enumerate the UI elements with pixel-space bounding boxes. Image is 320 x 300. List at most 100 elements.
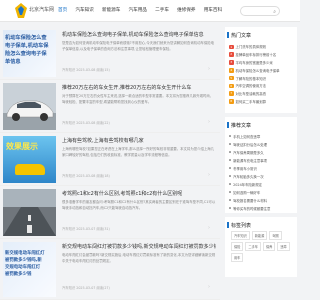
hot-article-label[interactable]: 平均车身的宽度是多少米: [236, 60, 273, 65]
driving-photo-icon: [3, 189, 56, 236]
thumb-caption-line: 机动车保险怎么查: [5, 35, 47, 41]
nav-item-used-cars[interactable]: 二手车: [155, 0, 169, 22]
thumb-caption-line: 电子保单,机动车保: [5, 43, 49, 49]
hot-article-item[interactable]: 2 挂牌单品车标排行榜前十名: [229, 51, 295, 59]
bullet-icon: [229, 151, 231, 153]
rank-badge: 8: [229, 99, 234, 104]
nav-item-new-energy[interactable]: 新能源车: [102, 0, 120, 22]
hot-article-item[interactable]: 8 如何买二手车最划算: [229, 98, 295, 106]
search-input[interactable]: ⌕: [240, 6, 280, 16]
article-title[interactable]: 新交规电动车闯红灯被罚款多少钱吗,新交规电动车闯红灯被罚款多少钱: [62, 243, 216, 250]
thumb-caption-line: 被罚款多少钱: [5, 272, 32, 277]
article-title[interactable]: 考驾照c1和c2有什么区别,考驾照c1和c2有什么区别呢: [62, 190, 216, 197]
tag-item[interactable]: 汽车知识: [231, 231, 250, 240]
read-more-icon[interactable]: ›: [208, 284, 210, 290]
main-nav: 首页 汽车知识 新能源车 汽车用品 二手车 维修保养 用车百科: [58, 0, 230, 22]
hot-article-item[interactable]: 1 上门洗车的具体规则: [229, 43, 295, 51]
article-thumbnail[interactable]: [3, 189, 56, 236]
car-illustration-icon: [15, 164, 45, 175]
recommended-article-label[interactable]: 驾驶证扣分后怎么处理: [233, 142, 267, 147]
recommended-articles-list: 手机上如何查违章 驾驶证扣分后怎么处理 汽车保养周期是多久 新能源车充电注意事项…: [229, 132, 295, 212]
tag-item[interactable]: 用车: [231, 253, 244, 262]
rank-badge: 6: [229, 83, 234, 89]
article-title[interactable]: 机动车保险怎么查询电子保单,机动车保险怎么查询电子保单信息: [62, 31, 216, 38]
nav-item-car-knowledge[interactable]: 汽车知识: [75, 0, 93, 22]
nav-item-car-supplies[interactable]: 汽车用品: [129, 0, 147, 22]
article-meta: 汽车知识 2025-03-07 阅读(31): [62, 227, 110, 231]
recommended-article-label[interactable]: 冬季用车小常识: [233, 166, 257, 171]
read-more-icon[interactable]: ›: [208, 119, 210, 125]
hot-article-label[interactable]: 机动车保险怎么查询电子保单: [236, 68, 280, 73]
article-thumbnail[interactable]: 新交规电动车闯红灯 被罚款多少钱吗,新 交规电动车闯红灯 被罚款多少钱: [3, 242, 56, 297]
nav-item-home[interactable]: 首页: [58, 0, 67, 22]
recommended-article-item[interactable]: 等你买车的时候都要注意: [229, 204, 295, 212]
article-item[interactable]: 机动车保险怎么查 电子保单,机动车保 险怎么查询电子保 单信息 机动车保险怎么查…: [0, 27, 220, 80]
recommended-article-label[interactable]: 新能源车充电注意事项: [233, 158, 267, 163]
hot-article-item[interactable]: 4 机动车保险怎么查询电子保单: [229, 66, 295, 74]
car-photo-icon: [3, 83, 56, 130]
recommended-article-label[interactable]: 2024年车险新规定: [233, 182, 262, 187]
tag-item[interactable]: 二手车: [245, 242, 261, 251]
article-thumbnail[interactable]: [3, 83, 56, 130]
article-excerpt: 电动车闯红灯会被罚款吗?新交规实施后,电动车闯红灯罚款标准有了新的变化,本文为您…: [62, 253, 216, 263]
article-thumbnail[interactable]: 效果展示: [3, 136, 56, 183]
top-header: 北京汽车网 首页 汽车知识 新能源车 汽车用品 二手车 维修保养 用车百科 ⌕: [0, 0, 300, 22]
hot-article-label[interactable]: 上门洗车的具体规则: [236, 44, 267, 49]
article-item[interactable]: 效果展示 上海有些驾校,上海有些驾校有哪几家 上海有哪些驾校?如果您正在考虑在上…: [0, 133, 220, 186]
search-icon[interactable]: ⌕: [273, 9, 276, 15]
recommended-article-item[interactable]: 新能源车充电注意事项: [229, 156, 295, 164]
recommended-article-label[interactable]: 驾校报名需要什么材料: [233, 198, 267, 203]
hot-article-label[interactable]: 对比车型油耗的高低: [236, 91, 267, 96]
recommended-article-item[interactable]: 汽车轮胎多久换一次: [229, 172, 295, 180]
recommended-article-label[interactable]: 手机上如何查违章: [233, 134, 260, 139]
bullet-icon: [229, 175, 231, 177]
tag-item[interactable]: 保养: [262, 242, 276, 251]
read-more-icon[interactable]: ›: [208, 225, 210, 231]
article-item[interactable]: 新交规电动车闯红灯 被罚款多少钱吗,新 交规电动车闯红灯 被罚款多少钱 新交规电…: [0, 239, 220, 300]
recommended-article-label[interactable]: 如何选购一辆好车: [233, 190, 260, 195]
article-item[interactable]: 考驾照c1和c2有什么区别,考驾照c1和c2有什么区别呢 很多准备学车的朋友都会…: [0, 186, 220, 239]
hot-articles-card: 热门文章 1 上门洗车的具体规则 2 挂牌单品车标排行榜前十名 3 平均车身的宽度是多…: [225, 27, 297, 113]
recommended-article-item[interactable]: 冬季用车小常识: [229, 164, 295, 172]
nav-item-maintenance[interactable]: 维修保养: [177, 0, 195, 22]
hot-article-label[interactable]: 如何买二手车最划算: [236, 99, 267, 104]
article-item[interactable]: 推荐20万左右的车女生开,推荐20万左右的车女生开什么车 对于预算在20万左右的…: [0, 80, 220, 133]
recommended-article-item[interactable]: 驾驶证扣分后怎么处理: [229, 140, 295, 148]
hot-article-label[interactable]: 汽车空调的使用方法: [236, 83, 267, 88]
recommended-article-label[interactable]: 等你买车的时候都要注意: [233, 206, 270, 211]
hot-article-item[interactable]: 3 平均车身的宽度是多少米: [229, 59, 295, 67]
article-thumbnail[interactable]: 机动车保险怎么查 电子保单,机动车保 险怎么查询电子保 单信息: [3, 30, 56, 77]
hot-article-item[interactable]: 5 了解车险的基本知识: [229, 74, 295, 82]
rank-badge: 1: [229, 44, 234, 50]
tag-item[interactable]: 驾照: [269, 231, 282, 240]
recommended-article-label[interactable]: 汽车轮胎多久换一次: [233, 174, 264, 179]
hot-article-label[interactable]: 挂牌单品车标排行榜前十名: [236, 52, 277, 57]
recommended-article-item[interactable]: 2024年车险新规定: [229, 180, 295, 188]
article-title[interactable]: 推荐20万左右的车女生开,推荐20万左右的车女生开什么车: [62, 84, 216, 91]
bullet-icon: [229, 191, 231, 193]
recommended-article-item[interactable]: 手机上如何查违章: [229, 132, 295, 140]
thumb-caption-line: 被罚款多少钱吗,新: [5, 258, 42, 263]
tag-item[interactable]: 新能源: [251, 231, 268, 240]
rank-badge: 3: [229, 60, 234, 65]
tag-item[interactable]: 保险: [231, 242, 244, 251]
recommended-article-item[interactable]: 汽车保养周期是多久: [229, 148, 295, 156]
hot-article-item[interactable]: 6 汽车空调的使用方法: [229, 82, 295, 90]
bullet-icon: [229, 143, 231, 145]
logo-icon[interactable]: [15, 3, 27, 18]
nav-item-encyclopedia[interactable]: 用车百科: [204, 0, 222, 22]
site-logo-text[interactable]: 北京汽车网: [29, 6, 54, 13]
hot-article-item[interactable]: 7 对比车型油耗的高低: [229, 90, 295, 98]
recommended-article-item[interactable]: 如何选购一辆好车: [229, 188, 295, 196]
bullet-icon: [229, 167, 231, 169]
hot-article-label[interactable]: 了解车险的基本知识: [236, 76, 267, 81]
recommended-article-label[interactable]: 汽车保养周期是多久: [233, 150, 264, 155]
tag-item[interactable]: 违章: [277, 242, 290, 251]
recommended-article-item[interactable]: 驾校报名需要什么材料: [229, 196, 295, 204]
tags-title: 标签列表: [226, 222, 252, 229]
bullet-icon: [229, 199, 231, 201]
read-more-icon[interactable]: ›: [208, 172, 210, 178]
article-title[interactable]: 上海有些驾校,上海有些驾校有哪几家: [62, 137, 216, 144]
rank-badge: 5: [229, 75, 234, 81]
read-more-icon[interactable]: ›: [208, 66, 210, 72]
